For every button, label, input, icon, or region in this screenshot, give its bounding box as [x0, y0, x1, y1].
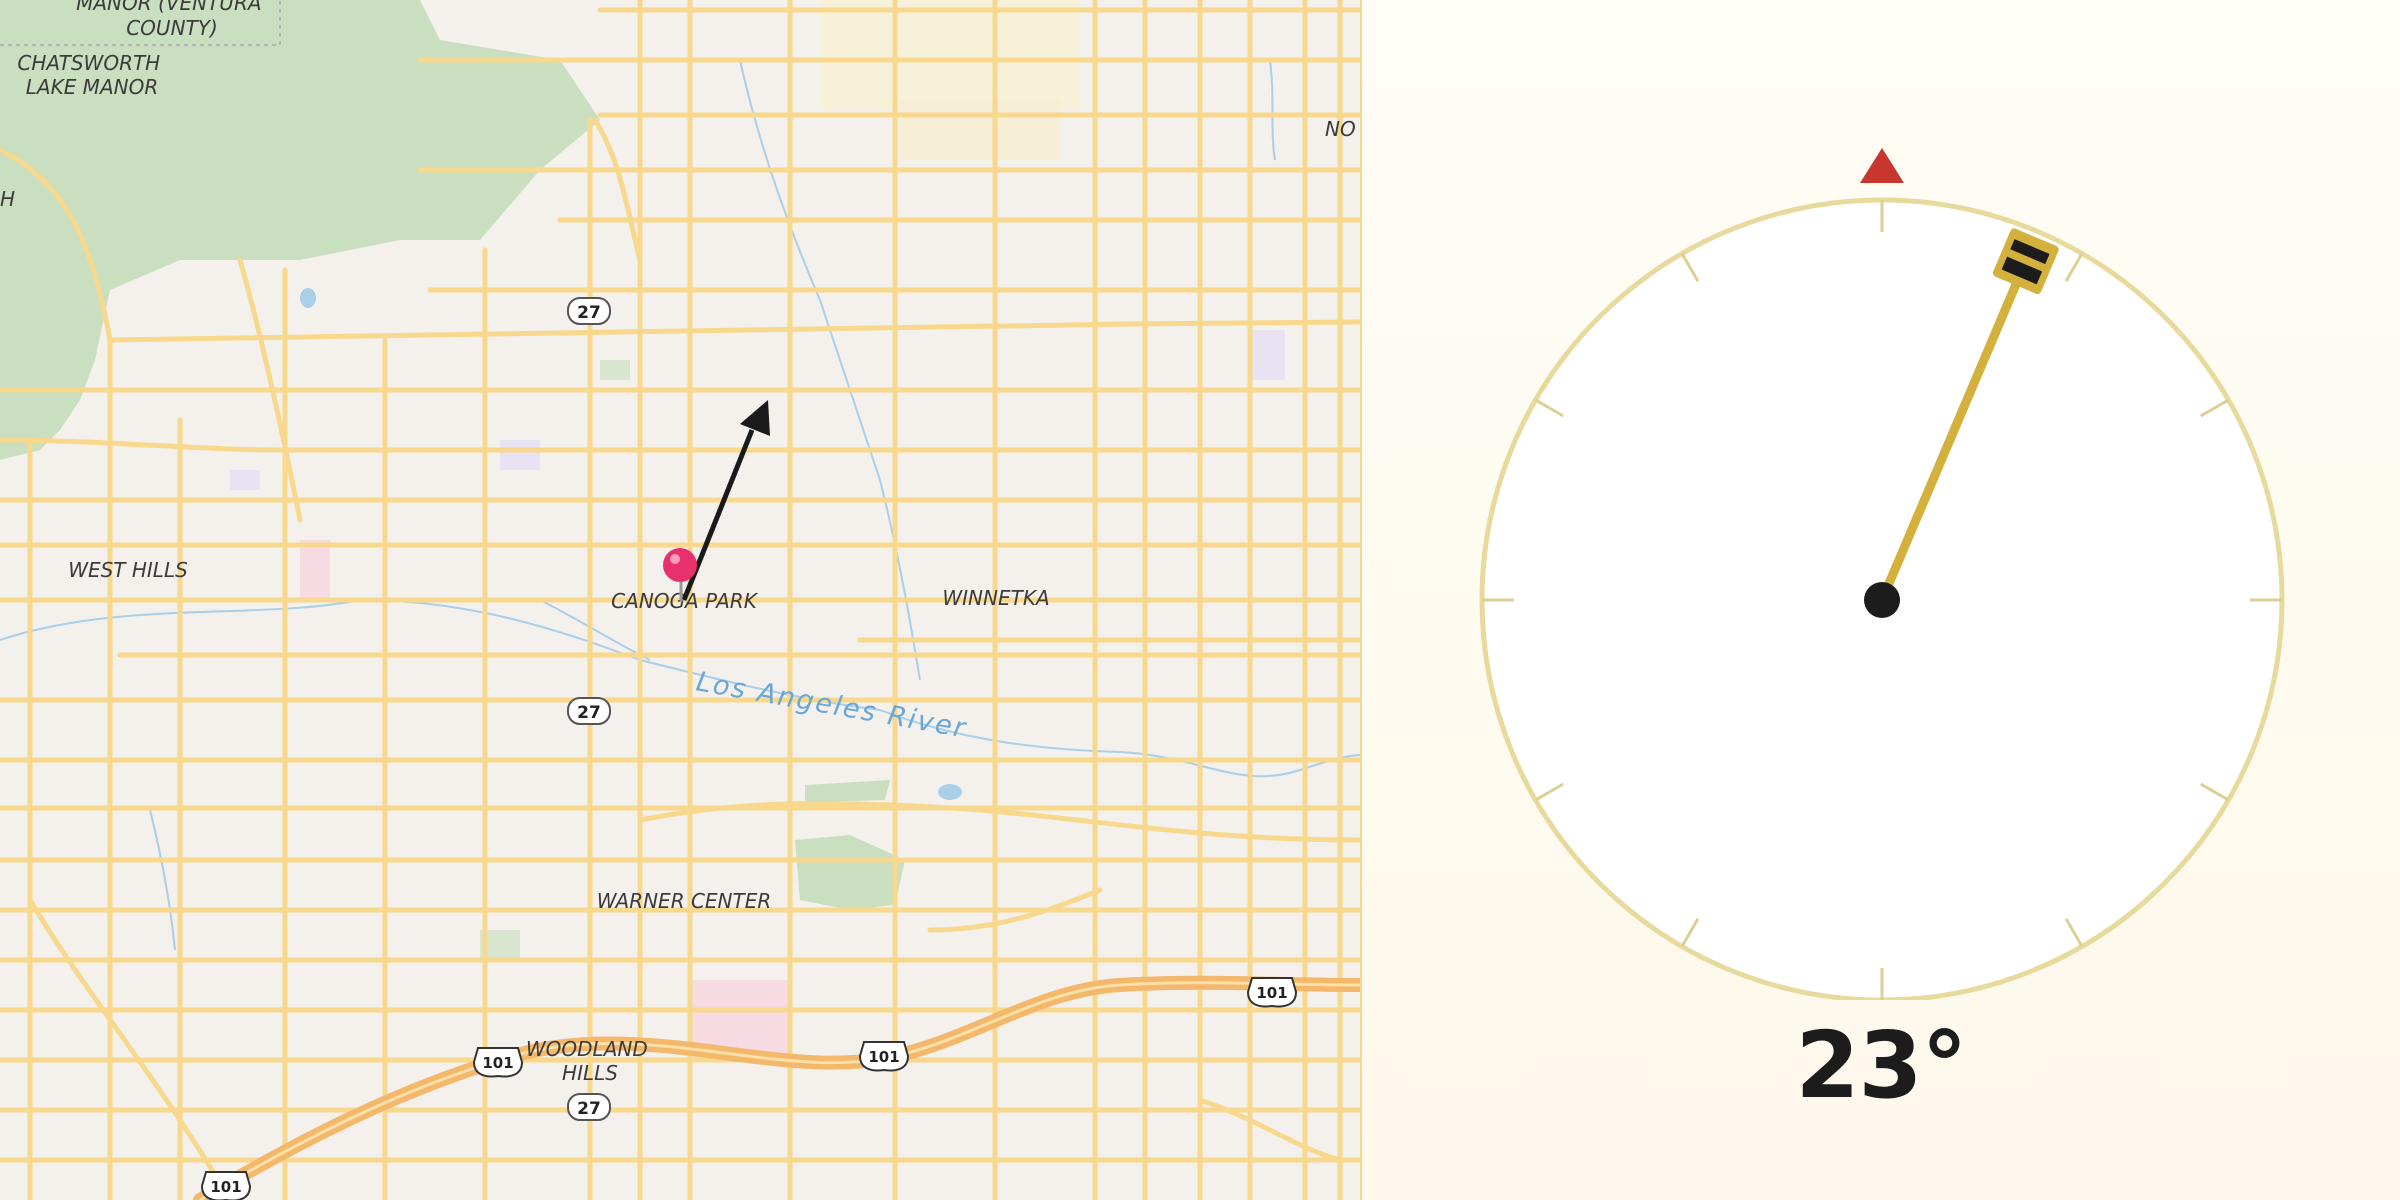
- place-label-west-hills: WEST HILLS: [68, 558, 188, 582]
- svg-text:101: 101: [868, 1048, 899, 1066]
- highway-shield-sr27-south: 27: [567, 1093, 611, 1121]
- lake: [300, 288, 316, 308]
- pond: [938, 784, 962, 800]
- park-area-strip: [805, 780, 890, 802]
- place-label-edge-no: NO: [1325, 117, 1356, 141]
- compass-dial[interactable]: [1362, 0, 2400, 1000]
- place-label-chatsworth-lake-manor: CHATSWORTH LAKE MANOR: [17, 51, 166, 99]
- compass-hub: [1864, 582, 1900, 618]
- highway-shield-sr27-north: 27: [567, 297, 611, 325]
- highway-shield-us101-sw: 101: [200, 1171, 252, 1200]
- place-label-winnetka: WINNETKA: [942, 586, 1049, 610]
- svg-text:27: 27: [577, 703, 601, 723]
- highway-shield-us101-west: 101: [472, 1047, 524, 1078]
- north-marker-icon: [1860, 148, 1904, 183]
- park-area-small: [795, 835, 905, 910]
- svg-text:27: 27: [577, 303, 601, 323]
- svg-text:101: 101: [1256, 984, 1287, 1002]
- svg-text:101: 101: [210, 1178, 241, 1196]
- compass-panel: 23°: [1362, 0, 2400, 1200]
- place-label-edge-h: H: [0, 187, 15, 211]
- highway-shield-us101-east: 101: [1246, 977, 1298, 1008]
- heading-readout: 23°: [1795, 1012, 1967, 1119]
- svg-text:101: 101: [482, 1054, 513, 1072]
- map-panel[interactable]: Los Angeles River MANOR (VENTURA COUNTY)…: [0, 0, 1360, 1200]
- map-canvas[interactable]: Los Angeles River MANOR (VENTURA COUNTY)…: [0, 0, 1360, 1200]
- place-label-warner-center: WARNER CENTER: [597, 889, 772, 913]
- highway-shield-sr27-mid: 27: [567, 697, 611, 725]
- svg-text:27: 27: [577, 1099, 601, 1119]
- river-label: Los Angeles River: [694, 666, 969, 744]
- highway-shield-us101-mid: 101: [858, 1041, 910, 1072]
